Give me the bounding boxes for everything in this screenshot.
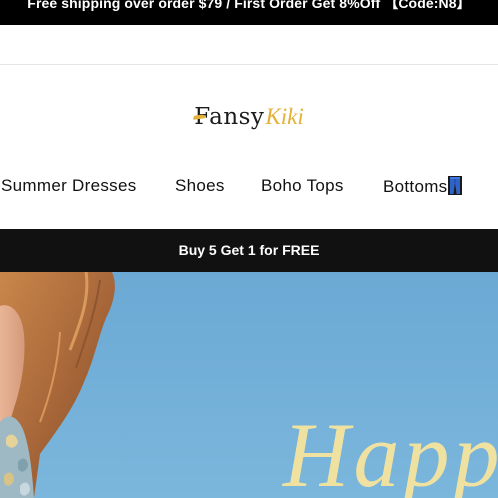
nav-item-shoes[interactable]: Shoes [175,176,225,196]
promo-text: Buy 5 Get 1 for FREE [178,242,320,258]
announcement-text: Free shipping over order $79 / First Ord… [27,0,471,11]
jeans-icon [448,176,463,195]
site-logo[interactable]: FansyKiki [0,104,498,144]
logo-wordmark: FansyKiki [192,104,304,130]
logo-word-script: Kiki [265,104,304,129]
hero-headline: Happ [282,404,498,498]
nav-item-boho-tops[interactable]: Boho Tops [261,176,344,196]
page: Free shipping over order $79 / First Ord… [0,0,498,498]
hero-banner[interactable]: Happ [0,272,498,498]
promo-bar[interactable]: Buy 5 Get 1 for FREE [0,229,498,272]
main-nav: Summer Dresses Shoes Boho Tops Bottoms [0,168,498,204]
hero-banner-image: Happ [0,272,498,498]
nav-item-bottoms[interactable]: Bottoms [383,176,463,197]
announcement-bar: Free shipping over order $79 / First Ord… [0,0,498,25]
nav-item-bottoms-label: Bottoms [383,177,448,196]
utility-strip [0,25,498,65]
nav-item-summer-dresses[interactable]: Summer Dresses [1,176,137,196]
